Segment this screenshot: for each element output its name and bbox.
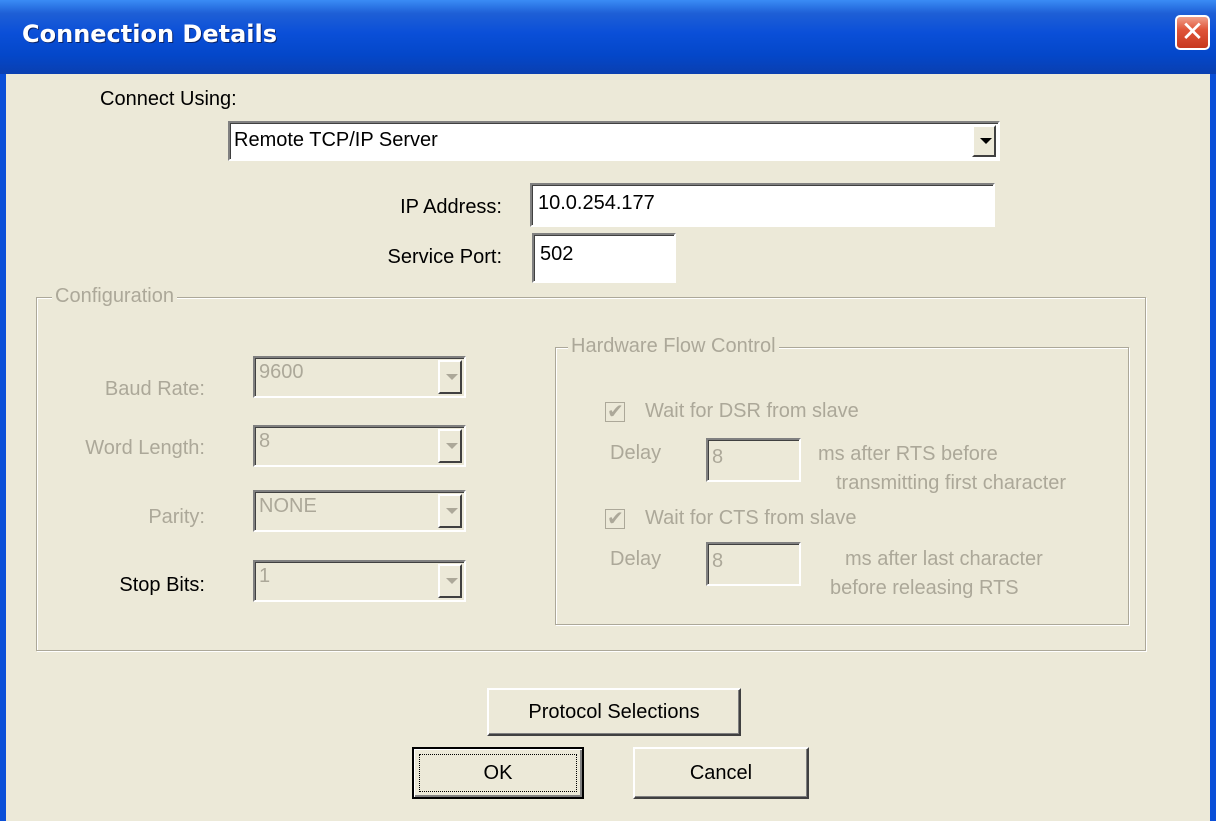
- connect-using-value: Remote TCP/IP Server: [234, 129, 438, 151]
- parity-value: NONE: [259, 495, 317, 517]
- chevron-down-icon: [446, 374, 458, 380]
- window-frame-right: [1210, 74, 1216, 821]
- chevron-down-icon: [446, 508, 458, 514]
- word-length-dropdown-button[interactable]: [438, 429, 462, 463]
- title-bar[interactable]: Connection Details ✕: [0, 0, 1216, 74]
- dsr-desc-line1: ms after RTS before: [818, 443, 998, 465]
- chevron-down-icon: [980, 138, 992, 144]
- ip-address-label: IP Address:: [400, 196, 502, 218]
- chevron-down-icon: [446, 443, 458, 449]
- dsr-delay-input[interactable]: 8: [706, 438, 801, 482]
- window-title: Connection Details: [22, 20, 278, 48]
- cts-delay-input[interactable]: 8: [706, 542, 801, 586]
- stop-bits-label: Stop Bits:: [119, 574, 205, 596]
- cts-delay-label: Delay: [610, 548, 662, 570]
- connect-using-label: Connect Using:: [100, 88, 237, 110]
- close-button[interactable]: ✕: [1175, 15, 1210, 50]
- wait-cts-label: Wait for CTS from slave: [645, 507, 857, 529]
- wait-dsr-checkbox[interactable]: ✔: [605, 399, 625, 423]
- window-frame-left: [0, 74, 6, 821]
- baud-rate-value: 9600: [259, 361, 304, 383]
- protocol-selections-button[interactable]: Protocol Selections: [487, 688, 741, 736]
- parity-dropdown-button[interactable]: [438, 494, 462, 528]
- stop-bits-value: 1: [259, 565, 271, 587]
- baud-rate-select[interactable]: 9600: [253, 356, 466, 398]
- cts-desc-line2: before releasing RTS: [830, 577, 1019, 599]
- baud-rate-label: Baud Rate:: [104, 378, 205, 400]
- parity-label: Parity:: [148, 506, 205, 528]
- parity-select[interactable]: NONE: [253, 490, 466, 532]
- service-port-label: Service Port:: [387, 246, 502, 268]
- word-length-label: Word Length:: [85, 437, 205, 459]
- dsr-delay-label: Delay: [610, 442, 662, 464]
- ok-button-label: OK: [483, 762, 513, 784]
- checkmark-icon: ✔: [607, 506, 624, 530]
- word-length-value: 8: [259, 430, 271, 452]
- word-length-select[interactable]: 8: [253, 425, 466, 467]
- stop-bits-dropdown-button[interactable]: [438, 564, 462, 598]
- wait-cts-checkbox[interactable]: ✔: [605, 506, 625, 530]
- connect-using-dropdown-button[interactable]: [972, 125, 996, 157]
- baud-rate-dropdown-button[interactable]: [438, 360, 462, 394]
- close-icon: ✕: [1180, 15, 1205, 48]
- dsr-desc-line2: transmitting first character: [836, 472, 1067, 494]
- service-port-input[interactable]: 502: [532, 233, 676, 283]
- connect-using-select[interactable]: Remote TCP/IP Server: [228, 121, 1000, 161]
- cts-desc-line1: ms after last character: [845, 548, 1043, 570]
- cancel-button[interactable]: Cancel: [633, 747, 809, 799]
- hardware-flow-control-legend: Hardware Flow Control: [568, 335, 779, 358]
- wait-dsr-label: Wait for DSR from slave: [645, 400, 859, 422]
- ok-button[interactable]: OK: [412, 747, 584, 799]
- checkmark-icon: ✔: [607, 399, 624, 423]
- ip-address-input[interactable]: 10.0.254.177: [530, 183, 995, 227]
- stop-bits-select[interactable]: 1: [253, 560, 466, 602]
- chevron-down-icon: [446, 578, 458, 584]
- configuration-legend: Configuration: [52, 285, 177, 308]
- connection-details-dialog: Connection Details ✕ Connect Using: Remo…: [0, 0, 1216, 821]
